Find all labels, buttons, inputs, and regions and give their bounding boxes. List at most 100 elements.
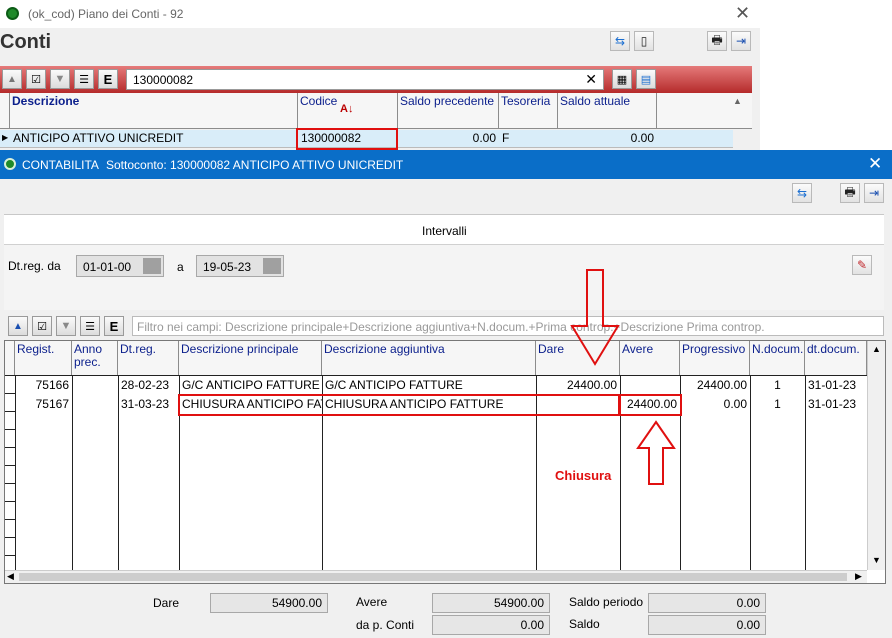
a-label: a — [177, 260, 184, 274]
col-saldo-precedente[interactable]: Saldo precedente — [398, 93, 499, 128]
search-options-icon[interactable]: ▦ — [612, 69, 632, 89]
cell-tesoreria: F — [502, 131, 510, 145]
col-regist[interactable]: Regist. — [15, 341, 72, 375]
cell-saldo-attuale: 0.00 — [630, 131, 654, 145]
back-window-title: (ok_cod) Piano dei Conti - 92 — [28, 7, 184, 21]
dap-conti-field: 0.00 — [432, 615, 550, 635]
cell-dt-reg: 28-02-23 — [121, 378, 170, 392]
print-icon[interactable]: 🖶 — [707, 31, 727, 51]
list-icon[interactable]: ☰ — [74, 69, 94, 89]
saldo-periodo-label: Saldo periodo — [569, 595, 644, 609]
front-app-name: CONTABILITA — [22, 158, 99, 172]
col-saldo-attuale[interactable]: Saldo attuale — [558, 93, 657, 128]
cell-anno — [72, 376, 118, 395]
date-to-value: 19-05-23 — [203, 260, 252, 274]
dap-conti-label: da p. Conti — [356, 618, 415, 632]
grid-toolbar: ▲ ☑ ▼ ☰ E Filtro nei campi: Descrizione … — [4, 314, 884, 338]
horizontal-scrollbar[interactable]: ◀ ▶ — [5, 570, 867, 583]
col-progressivo[interactable]: Progressivo — [680, 341, 750, 375]
col-descrizione[interactable]: Descrizione — [10, 93, 298, 128]
date-from-field[interactable]: 01-01-00 — [76, 255, 164, 277]
dare-total-value: 54900.00 — [271, 596, 322, 610]
saldo-label: Saldo — [569, 617, 600, 631]
page-heading: Conti — [0, 31, 52, 53]
col-desc-principale[interactable]: Descrizione principale — [179, 341, 322, 375]
up-arrow-annotation — [636, 420, 676, 485]
front-print-icon[interactable]: 🖶 — [840, 183, 860, 203]
front-exit-icon[interactable]: ⇥ — [864, 183, 884, 203]
col-desc-aggiuntiva[interactable]: Descrizione aggiuntiva — [322, 341, 536, 375]
exit-icon[interactable]: ⇥ — [731, 31, 751, 51]
scroll-left-icon[interactable]: ◀ — [7, 571, 14, 582]
avere-total-value: 54900.00 — [493, 596, 544, 610]
filter-input[interactable]: Filtro nei campi: Descrizione principale… — [132, 316, 884, 336]
chiusura-annotation: Chiusura — [555, 468, 612, 483]
grid-list-icon[interactable]: ☰ — [80, 316, 100, 336]
dare-total-field: 54900.00 — [210, 593, 328, 613]
saldo-field: 0.00 — [648, 615, 766, 635]
checklist-icon[interactable]: ☑ — [26, 69, 46, 89]
back-titlebar: (ok_cod) Piano dei Conti - 92 ✕ — [0, 0, 760, 28]
cell-dt-reg: 31-03-23 — [121, 397, 170, 411]
cell-saldo-precedente: 0.00 — [472, 131, 496, 145]
cell-dare: 24400.00 — [566, 378, 617, 392]
table-row[interactable]: 75166 28-02-23 G/C ANTICIPO FATTURE G/C … — [5, 376, 867, 395]
back-grid-header: Descrizione Codice A↓ Saldo precedente T… — [0, 93, 752, 129]
codice-highlight-box — [296, 128, 398, 150]
close-icon[interactable]: ✕ — [735, 3, 750, 24]
col-avere[interactable]: Avere — [620, 341, 680, 375]
avere-highlight — [619, 394, 682, 416]
cell-dt-docum: 31-01-23 — [808, 397, 857, 411]
cell-n-docum: 1 — [774, 378, 781, 392]
col-codice-label: Codice — [300, 94, 338, 108]
calendar-icon[interactable] — [143, 258, 161, 274]
sort-e-icon[interactable]: E — [98, 69, 118, 89]
avere-total-label: Avere — [356, 595, 388, 609]
movements-grid: Regist. Anno prec. Dt.reg. Descrizione p… — [4, 340, 886, 584]
scroll-up-icon[interactable]: ▲ — [733, 96, 742, 106]
edit-pen-icon[interactable]: ✎ — [852, 255, 872, 275]
col-anno-prec[interactable]: Anno prec. — [72, 341, 118, 375]
scroll-up-icon[interactable]: ▲ — [872, 344, 881, 354]
export-icon[interactable]: ▤ — [636, 69, 656, 89]
date-to-field[interactable]: 19-05-23 — [196, 255, 284, 277]
saldo-value: 0.00 — [736, 618, 760, 632]
scroll-thumb[interactable] — [19, 573, 847, 581]
row-pointer-icon: ▶ — [2, 133, 9, 142]
cell-anno — [72, 395, 118, 414]
saldo-periodo-field: 0.00 — [648, 593, 766, 613]
dap-conti-value: 0.00 — [520, 618, 544, 632]
chiusura-row-highlight — [178, 394, 620, 416]
cell-descrizione: ANTICIPO ATTIVO UNICREDIT — [13, 131, 184, 145]
up-arrow-icon[interactable]: ▲ — [2, 69, 22, 89]
grid-checklist-icon[interactable]: ☑ — [32, 316, 52, 336]
cell-regist: 75167 — [35, 397, 69, 411]
front-refresh-icon[interactable]: ⇆ — [792, 183, 812, 203]
search-value: 130000082 — [133, 73, 194, 87]
filter-icon[interactable]: ▼ — [50, 69, 70, 89]
saldo-periodo-value: 0.00 — [736, 596, 760, 610]
cell-desc-aggiuntiva: G/C ANTICIPO FATTURE — [325, 378, 463, 392]
cell-regist: 75166 — [35, 378, 69, 392]
cell-progressivo: 0.00 — [723, 397, 747, 411]
scroll-right-icon[interactable]: ▶ — [855, 571, 862, 582]
col-n-docum[interactable]: N.docum. — [750, 341, 805, 375]
clear-icon[interactable]: ✕ — [585, 71, 597, 88]
col-dt-reg[interactable]: Dt.reg. — [118, 341, 179, 375]
refresh-icon[interactable]: ⇆ — [610, 31, 630, 51]
intervals-title: Intervalli — [422, 224, 467, 238]
col-tesoreria[interactable]: Tesoreria — [499, 93, 558, 128]
cell-avere — [620, 376, 680, 395]
date-from-value: 01-01-00 — [83, 260, 132, 274]
grid-up-arrow-icon[interactable]: ▲ — [8, 316, 28, 336]
grid-sort-e-icon[interactable]: E — [104, 316, 124, 336]
new-document-icon[interactable]: ▯ — [634, 31, 654, 51]
grid-filter-icon[interactable]: ▼ — [56, 316, 76, 336]
front-close-icon[interactable]: ✕ — [868, 154, 882, 174]
vertical-scrollbar[interactable]: ▲ ▼ — [867, 341, 885, 570]
col-dt-docum[interactable]: dt.docum. — [805, 341, 867, 375]
scroll-down-icon[interactable]: ▼ — [872, 555, 881, 565]
search-input[interactable]: 130000082 ✕ — [126, 69, 604, 90]
back-toolbar: ▲ ☑ ▼ ☰ E 130000082 ✕ ▦ ▤ — [0, 66, 752, 93]
calendar-icon[interactable] — [263, 258, 281, 274]
